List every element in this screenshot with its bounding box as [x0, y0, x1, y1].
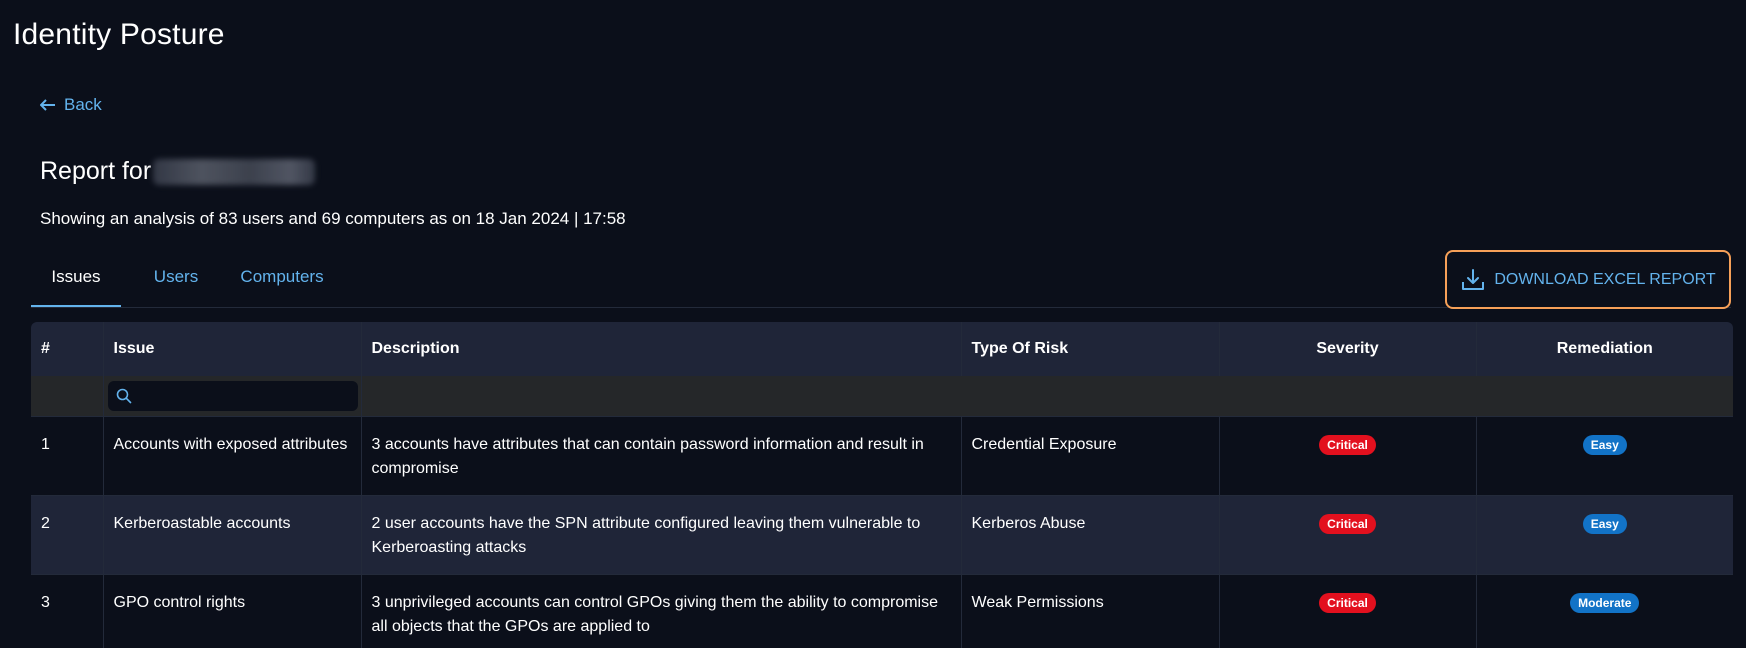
table-row[interactable]: 3 GPO control rights 3 unprivileged acco… — [31, 574, 1733, 648]
severity-badge: Critical — [1319, 513, 1376, 534]
row-issue: GPO control rights — [103, 574, 362, 648]
row-index: 3 — [31, 574, 104, 648]
row-remediation: Easy — [1476, 416, 1733, 496]
severity-badge: Critical — [1319, 592, 1376, 613]
page-title: Identity Posture — [13, 18, 225, 51]
download-label: DOWNLOAD EXCEL REPORT — [1494, 270, 1716, 288]
row-remediation: Moderate — [1476, 574, 1733, 648]
row-issue: Kerberoastable accounts — [103, 495, 362, 575]
filter-cell-empty — [31, 376, 104, 417]
row-index: 1 — [31, 416, 104, 496]
row-description: 3 accounts have attributes that can cont… — [361, 416, 962, 496]
column-header-description[interactable]: Description — [361, 322, 962, 376]
remediation-badge: Moderate — [1570, 592, 1640, 613]
search-icon — [116, 388, 131, 404]
back-label: Back — [64, 95, 102, 114]
remediation-badge: Easy — [1582, 434, 1627, 455]
row-risk-type: Credential Exposure — [961, 416, 1220, 496]
column-header-remediation[interactable]: Remediation — [1476, 322, 1733, 376]
column-header-index[interactable]: # — [31, 322, 104, 376]
report-prefix: Report for — [40, 157, 152, 185]
row-description: 2 user accounts have the SPN attribute c… — [361, 495, 962, 575]
analysis-summary: Showing an analysis of 83 users and 69 c… — [40, 209, 626, 228]
column-header-severity[interactable]: Severity — [1219, 322, 1477, 376]
redacted-domain — [153, 158, 316, 185]
row-severity: Critical — [1219, 416, 1477, 496]
download-excel-report-button[interactable]: DOWNLOAD EXCEL REPORT — [1445, 250, 1731, 309]
arrow-left-icon — [40, 99, 56, 111]
tab-users[interactable]: Users — [141, 250, 211, 305]
column-header-issue[interactable]: Issue — [103, 322, 362, 376]
row-risk-type: Kerberos Abuse — [961, 495, 1220, 575]
table-row[interactable]: 2 Kerberoastable accounts 2 user account… — [31, 495, 1733, 575]
row-remediation: Easy — [1476, 495, 1733, 575]
issues-table: # Issue Description Type Of Risk Severit… — [31, 322, 1733, 648]
issue-search-input[interactable] — [107, 380, 358, 411]
row-severity: Critical — [1219, 495, 1477, 575]
filter-row — [31, 376, 1733, 417]
table-row[interactable]: 1 Accounts with exposed attributes 3 acc… — [31, 416, 1733, 496]
column-header-risk-type[interactable]: Type Of Risk — [961, 322, 1220, 376]
filter-cell-rest — [361, 376, 1733, 417]
row-issue: Accounts with exposed attributes — [103, 416, 362, 496]
table-header-row: # Issue Description Type Of Risk Severit… — [31, 322, 1733, 376]
tab-issues[interactable]: Issues — [31, 250, 121, 307]
filter-cell-issue — [103, 376, 362, 417]
report-title: Report for — [40, 157, 316, 186]
severity-badge: Critical — [1319, 434, 1376, 455]
row-index: 2 — [31, 495, 104, 575]
row-description: 3 unprivileged accounts can control GPOs… — [361, 574, 962, 648]
tab-computers[interactable]: Computers — [227, 250, 337, 305]
row-risk-type: Weak Permissions — [961, 574, 1220, 648]
issue-search-box — [107, 380, 358, 411]
remediation-badge: Easy — [1582, 513, 1627, 534]
back-link[interactable]: Back — [40, 95, 102, 115]
download-icon — [1460, 267, 1486, 293]
row-severity: Critical — [1219, 574, 1477, 648]
